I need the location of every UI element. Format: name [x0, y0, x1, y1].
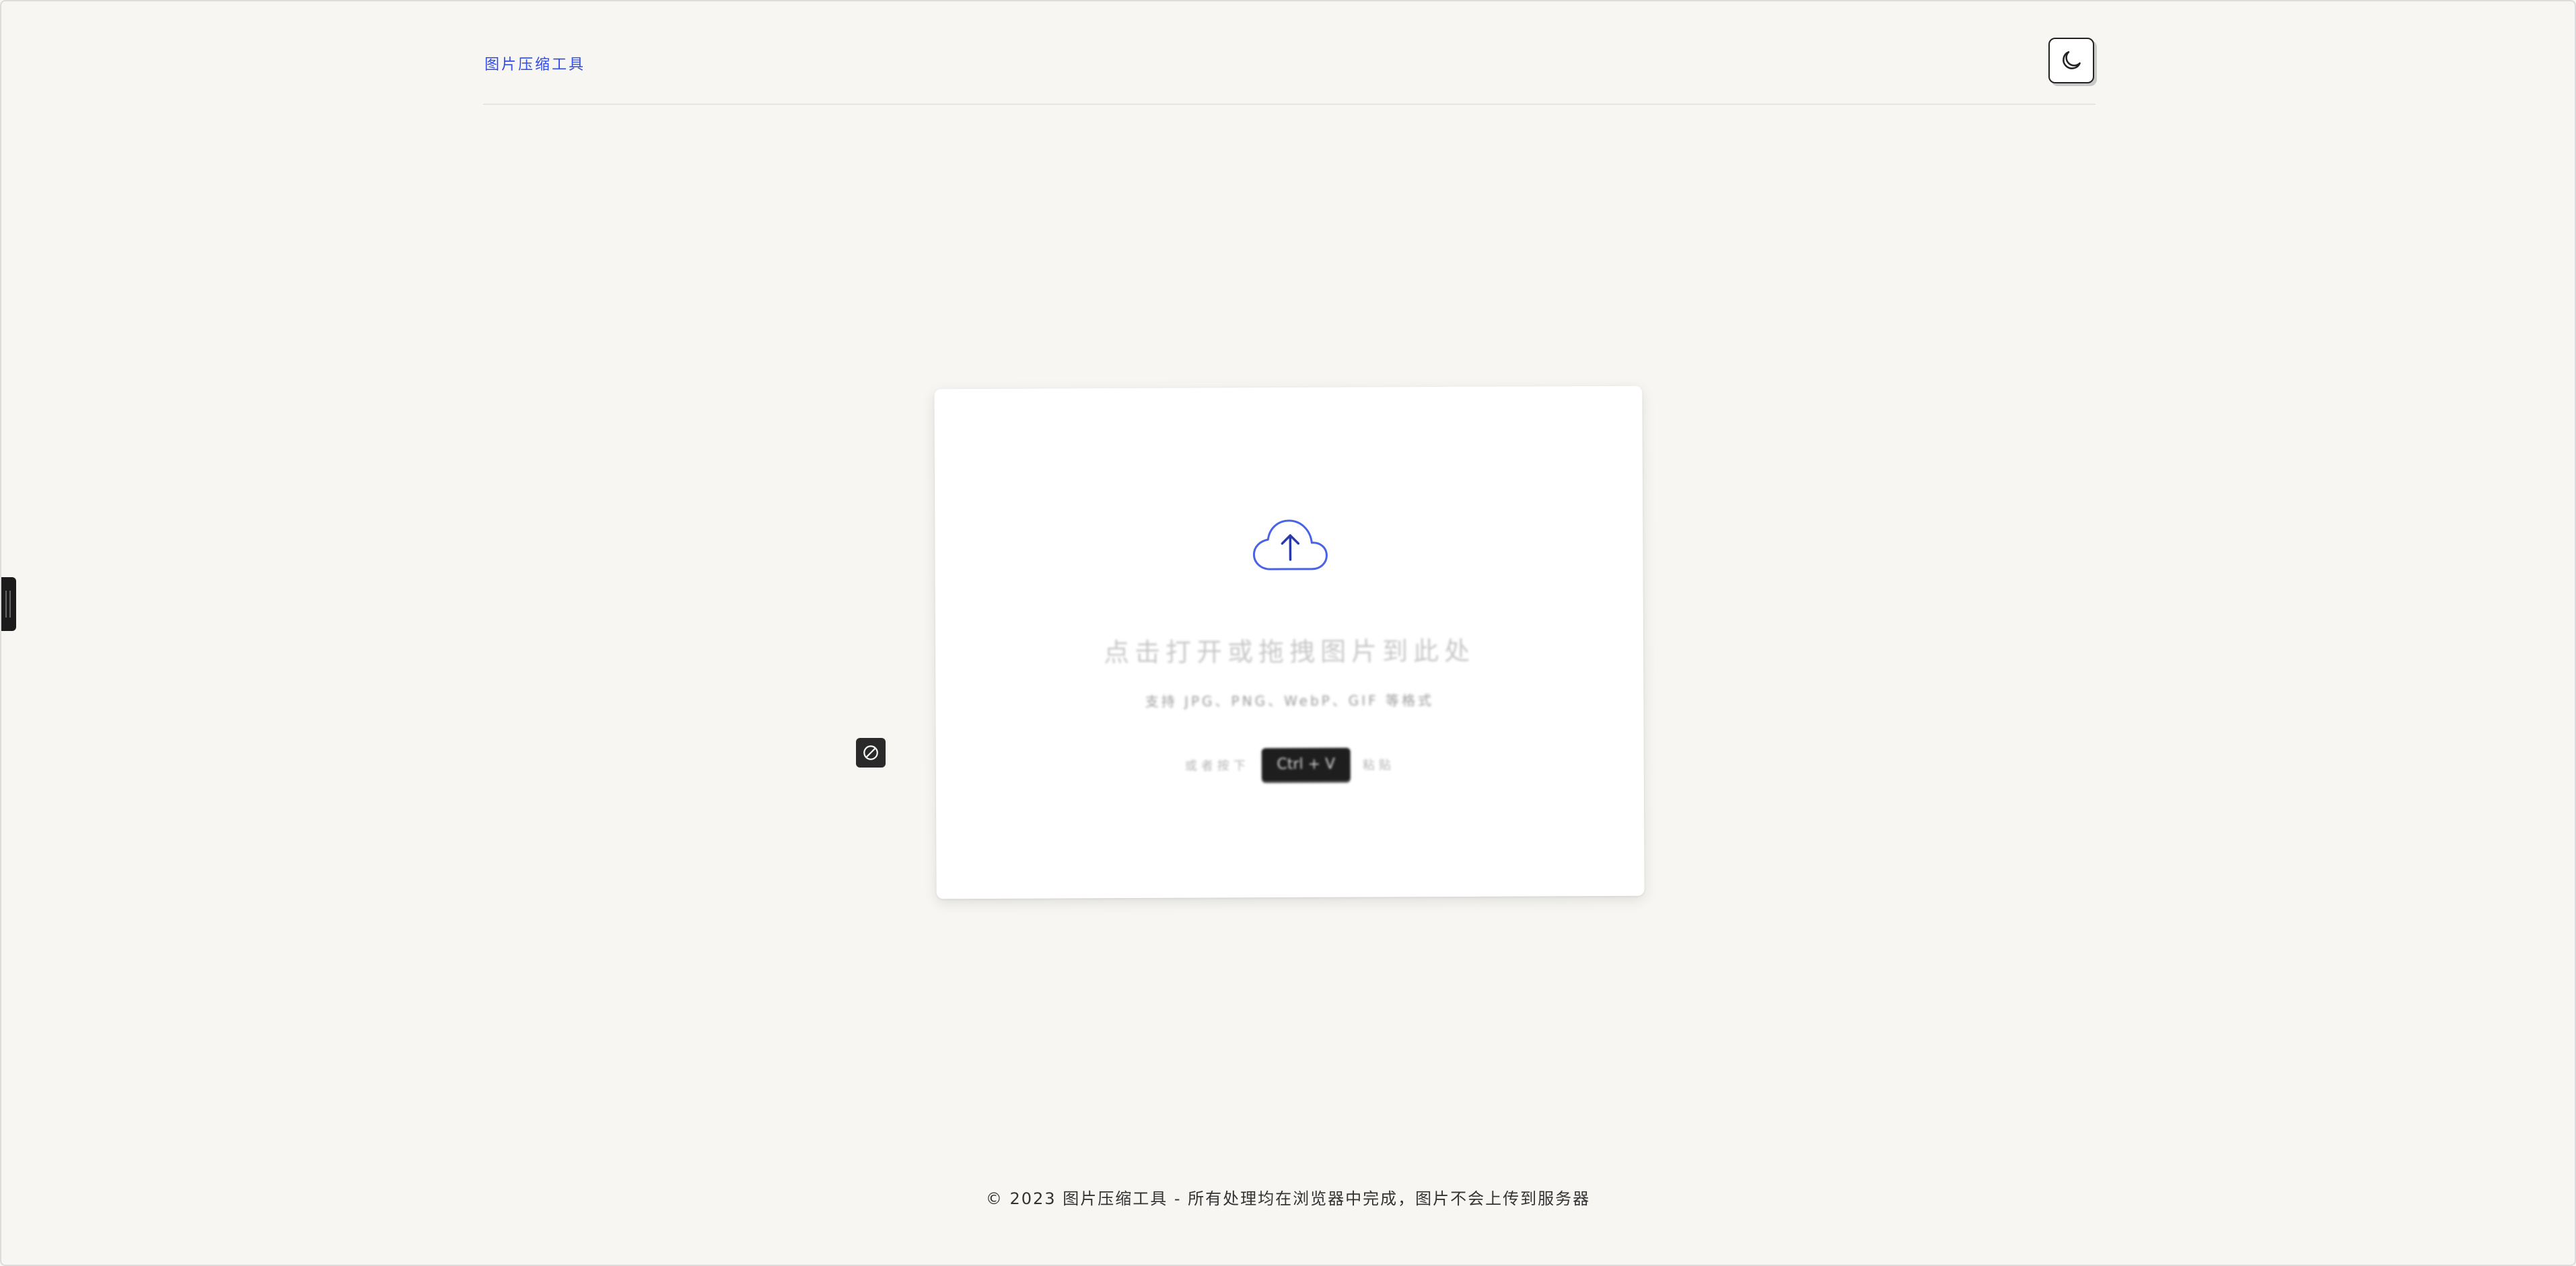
- paste-hint: 或者按下 Ctrl + V 粘贴: [936, 747, 1644, 783]
- cloud-upload-icon: [1252, 519, 1328, 570]
- upload-dropzone[interactable]: 点击打开或拖拽图片到此处 支持 JPG、PNG、WebP、GIF 等格式 或者按…: [934, 385, 1645, 899]
- brand-link[interactable]: 图片压缩工具: [485, 52, 585, 74]
- block-button[interactable]: [856, 738, 886, 768]
- moon-icon: [2063, 51, 2081, 69]
- supported-formats: 支持 JPG、PNG、WebP、GIF 等格式: [1145, 692, 1435, 710]
- footer-text: © 2023 图片压缩工具 - 所有处理均在浏览器中完成，图片不会上传到服务器: [985, 1189, 1591, 1208]
- site-header: 图片压缩工具: [483, 28, 2096, 105]
- block-icon: [863, 745, 878, 760]
- paste-prefix: 或者按下: [1184, 758, 1250, 774]
- side-panel-tab[interactable]: [1, 577, 16, 631]
- theme-toggle-button[interactable]: [2048, 38, 2094, 83]
- grip-icon: [5, 591, 11, 618]
- drop-title: 点击打开或拖拽图片到此处: [1103, 636, 1476, 668]
- paste-shortcut-key: Ctrl + V: [1261, 747, 1351, 782]
- paste-suffix: 粘贴: [1362, 757, 1395, 773]
